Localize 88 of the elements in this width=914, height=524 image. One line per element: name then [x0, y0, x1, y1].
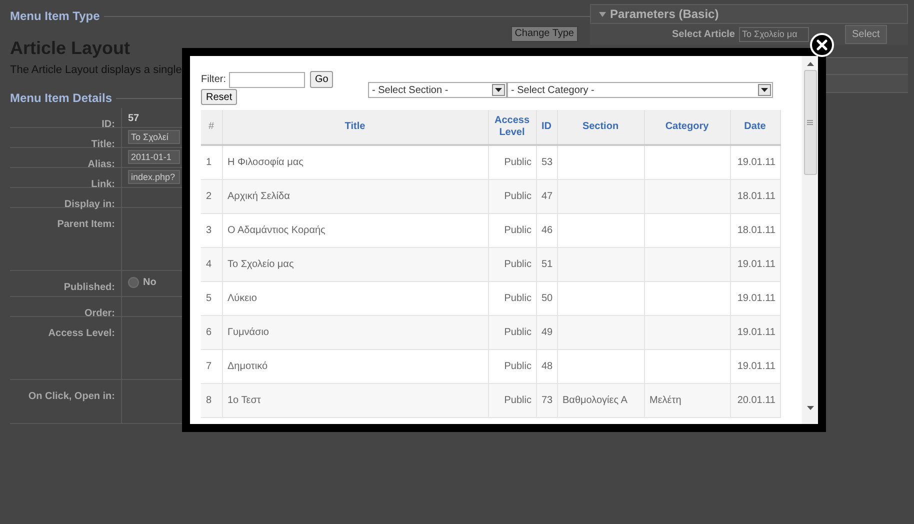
dropdown[interactable]: - Select Category - — [507, 82, 773, 98]
column-header[interactable]: Date — [730, 110, 780, 145]
field-label: Order: — [84, 308, 115, 319]
text-input[interactable]: index.php? — [128, 170, 180, 184]
article-link[interactable]: Δημοτικό — [228, 360, 268, 372]
panel-title: Parameters (Basic) — [610, 6, 719, 23]
table-cell: 51 — [542, 258, 553, 270]
column-header[interactable]: Title — [222, 110, 488, 145]
go-button[interactable]: Go — [310, 71, 334, 88]
table-cell: 19.01.11 — [737, 292, 776, 304]
scroll-up-icon[interactable] — [806, 62, 814, 66]
scroll-thumb[interactable] — [804, 70, 816, 175]
scrollbar[interactable] — [802, 56, 818, 424]
table-cell: 7 — [206, 360, 212, 372]
table-cell: 19.01.11 — [737, 156, 776, 168]
table-cell: 47 — [542, 190, 553, 202]
dropdown-text: - Select Category - — [511, 84, 594, 98]
article-link[interactable]: Το Σχολείο μας — [228, 258, 294, 270]
field-label: Alias: — [88, 159, 115, 170]
table-cell: 5 — [206, 292, 212, 304]
field-label: Link: — [91, 179, 115, 190]
column-header[interactable]: Section — [557, 110, 644, 145]
legend-title: Menu Item Type — [10, 8, 100, 25]
scroll-down-icon[interactable] — [806, 406, 814, 410]
table-cell: 20.01.11 — [737, 394, 776, 406]
table-cell: Βαθμολογίες Α — [562, 394, 628, 406]
table-cell: 73 — [542, 394, 553, 406]
table-cell: Public — [504, 360, 532, 372]
table-cell: 49 — [542, 326, 553, 338]
table-cell: 18.01.11 — [737, 224, 776, 236]
table-cell: 3 — [206, 224, 212, 236]
article-field: Το Σχολείο μα — [739, 27, 809, 42]
table-cell: Public — [504, 394, 532, 406]
legend-title: Menu Item Details — [10, 90, 112, 107]
table-cell: Public — [504, 190, 532, 202]
text-input[interactable]: Το Σχολεί — [128, 130, 180, 144]
dropdown-text: - Select Section - — [372, 84, 448, 98]
dropdown[interactable]: - Select Section - — [368, 82, 507, 98]
close-icon — [816, 39, 828, 51]
field-label: Title: — [91, 139, 115, 150]
table-cell: 50 — [542, 292, 553, 304]
table-cell: Public — [504, 326, 532, 338]
table-cell: 2 — [206, 190, 212, 202]
table-cell: 19.01.11 — [737, 258, 776, 270]
select-button[interactable]: Select — [845, 25, 887, 44]
caret-icon — [492, 84, 505, 96]
table-cell: 19.01.11 — [737, 326, 776, 338]
table-cell: 48 — [542, 360, 553, 372]
table-cell: 53 — [542, 156, 553, 168]
article-link[interactable]: Γυμνάσιο — [228, 326, 269, 338]
radio-label: No — [143, 276, 156, 290]
field-label: Display in: — [64, 199, 115, 210]
table-cell: Public — [504, 292, 532, 304]
column-header[interactable]: Access Level — [488, 110, 536, 145]
triangle-icon — [599, 12, 606, 16]
change-type-button[interactable]: Change Type — [510, 26, 578, 42]
article-link[interactable]: Η Φιλοσοφία μας — [228, 156, 304, 168]
article-link[interactable]: Αρχική Σελίδα — [228, 190, 290, 202]
table-cell: Μελέτη — [650, 394, 682, 406]
table-cell: 8 — [206, 394, 212, 406]
article-link[interactable]: Λύκειο — [228, 292, 257, 304]
column-header[interactable]: ID — [536, 110, 557, 145]
caret-icon — [758, 84, 771, 96]
field-value: 57 — [128, 112, 140, 126]
article-link[interactable]: Ο Αδαμάντιος Κοραής — [228, 224, 326, 236]
table-cell: 1 — [206, 156, 212, 168]
table-cell: Public — [504, 224, 532, 236]
text-input[interactable]: 2011-01-1 — [128, 150, 180, 164]
filter-input[interactable] — [229, 72, 305, 88]
radio-button[interactable] — [128, 277, 139, 288]
table-cell: 6 — [206, 326, 212, 338]
field-label: Published: — [64, 282, 115, 293]
field-label: Access Level: — [48, 328, 115, 339]
reset-button[interactable]: Reset — [201, 89, 238, 105]
field-label: Parent Item: — [57, 219, 115, 230]
table-cell: 19.01.11 — [737, 360, 776, 372]
column-header[interactable]: # — [201, 110, 222, 145]
table-cell: Public — [504, 156, 532, 168]
field-label: On Click, Open in: — [28, 391, 115, 402]
table-cell: 4 — [206, 258, 212, 270]
table-cell: 18.01.11 — [737, 190, 776, 202]
article-link[interactable]: 1ο Τεστ — [228, 394, 261, 406]
field-label: ID: — [102, 119, 115, 130]
column-header[interactable]: Category — [644, 110, 730, 145]
table-cell: 46 — [542, 224, 553, 236]
filter-label: Filter: — [201, 73, 226, 87]
table-cell: Public — [504, 258, 532, 270]
field-label: Select Article — [672, 28, 735, 42]
